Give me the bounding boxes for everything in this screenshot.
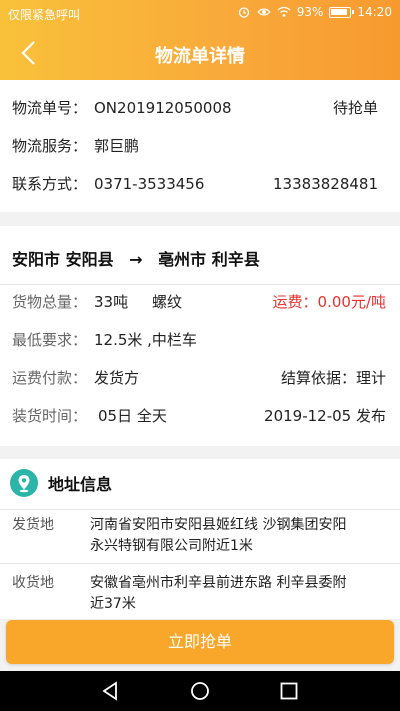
contact-label: 联系方式： [12,175,88,193]
ship-from-label: 发货地 [12,517,54,533]
page-title: 物流单详情 [155,46,245,67]
status-icons: 93% 14:20 [237,5,392,19]
freight: 运费：0.00元/吨 [273,292,386,312]
ship-from-address: 河南省安阳市安阳县姬红线 沙钢集团安阳 永兴特钢有限公司附近1米 [90,515,388,557]
order-number-label: 物流单号： [12,99,88,117]
loading-label: 装货时间： [12,407,88,425]
settlement: 结算依据：理计 [281,368,386,388]
payment: 发货方 [94,369,140,387]
system-nav-bar [0,671,400,711]
address-heading: 地址信息 [10,469,112,497]
battery-percent: 93% [296,5,324,19]
cargo-card: 安阳市 安阳县 → 亳州市 利辛县 货物总量： 33吨 螺纹 运费：0.00元/… [0,226,400,446]
cargo-total-row: 货物总量： 33吨 螺纹 运费：0.00元/吨 [12,292,386,312]
wifi-icon [277,6,291,17]
title-bar: 物流单详情 [0,26,400,80]
ship-from-line-1: 河南省安阳市安阳县姬红线 沙钢集团安阳 [90,517,347,533]
payment-row: 运费付款： 发货方 结算依据：理计 [12,368,386,388]
route-arrow: → [129,250,143,269]
divider [0,284,400,285]
order-status: 待抢单 [332,99,378,117]
contact-row: 联系方式： 0371-3533456 13383828481 [12,174,386,194]
freight-label: 运费： [272,293,318,311]
status-bar: 仅限紧急呼叫 93% 14:20 [0,0,400,26]
order-info-card: 物流单号： ON201912050008 待抢单 物流服务： 郭巨鹏 联系方式：… [0,80,400,212]
loading-row: 装货时间： 05日 全天 2019-12-05 发布 [12,406,386,426]
settlement-label: 结算依据： [280,369,356,387]
route-from: 安阳市 安阳县 [12,250,114,269]
ship-to-address: 安徽省亳州市利辛县前进东路 利辛县委附 近37米 [90,573,388,615]
clock: 14:20 [357,5,392,19]
order-number: ON201912050008 [94,99,232,117]
address-card: 地址信息 发货地 河南省安阳市安阳县姬红线 沙钢集团安阳 永兴特钢有限公司附近1… [0,459,400,619]
payment-label: 运费付款： [12,369,88,387]
cargo-type: 螺纹 [152,293,183,311]
route: 安阳市 安阳县 → 亳州市 利辛县 [12,246,260,270]
order-number-row: 物流单号： ON201912050008 待抢单 [12,98,386,118]
settlement-value: 理计 [355,369,386,387]
divider [0,509,400,510]
service-name: 郭巨鹏 [94,137,140,155]
ship-to-line-2: 近37米 [90,596,136,612]
loading-time: 05日 全天 [98,407,167,425]
divider [0,563,400,564]
requirement-label: 最低要求： [12,331,88,349]
alarm-icon [238,7,249,18]
service-row: 物流服务： 郭巨鹏 [12,136,386,156]
service-label: 物流服务： [12,137,88,155]
location-pin-icon [10,469,38,497]
back-triangle-icon[interactable] [100,681,122,701]
eye-icon [256,8,271,16]
battery-icon [329,6,355,18]
requirement-row: 最低要求： 12.5米 ,中栏车 [12,330,386,350]
header: 仅限紧急呼叫 93% 14:20 物流单详情 [0,0,400,80]
address-title: 地址信息 [48,475,113,494]
requirement: 12.5米 ,中栏车 [94,331,197,349]
ship-to-line-1: 安徽省亳州市利辛县前进东路 利辛县委附 [90,575,347,591]
contact-phone[interactable]: 0371-3533456 [94,174,204,194]
recents-square-icon[interactable] [278,681,300,701]
publish-date: 2019-12-05 发布 [264,407,386,425]
route-to: 亳州市 利辛县 [158,250,260,269]
ship-to-label: 收货地 [12,575,54,591]
cargo-total-label: 货物总量： [12,293,88,311]
home-circle-icon[interactable] [189,681,211,701]
contact-mobile[interactable]: 13383828481 [273,174,378,194]
ship-from-line-2: 永兴特钢有限公司附近1米 [90,538,253,554]
cargo-total: 33吨 [94,293,129,311]
freight-value: 0.00元/吨 [317,293,386,311]
carrier-text: 仅限紧急呼叫 [8,8,81,22]
grab-order-button[interactable]: 立即抢单 [6,620,394,664]
